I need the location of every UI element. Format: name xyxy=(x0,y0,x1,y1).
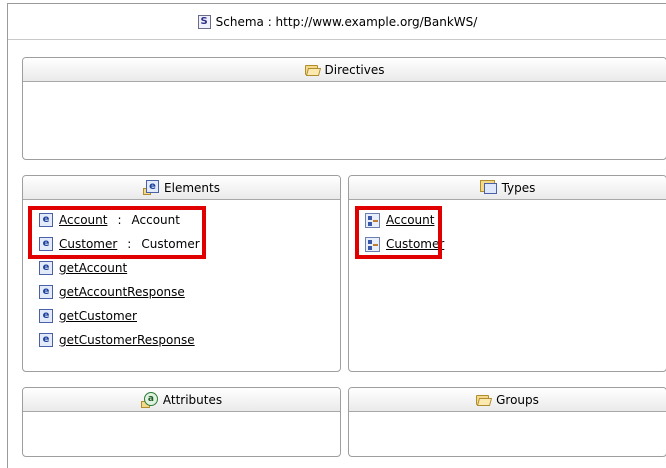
folder-open-icon xyxy=(304,64,321,76)
element-name[interactable]: getAccount xyxy=(59,261,127,275)
element-item-getcustomer[interactable]: e getCustomer xyxy=(39,304,340,328)
elements-panel[interactable]: e Elements e Account : Account e Custome… xyxy=(22,175,341,372)
elements-header[interactable]: e Elements xyxy=(23,176,340,200)
element-item-getcustomerresponse[interactable]: e getCustomerResponse xyxy=(39,328,340,352)
elements-title: Elements xyxy=(164,180,220,195)
groups-panel[interactable]: Groups xyxy=(348,387,666,457)
types-title: Types xyxy=(501,180,536,195)
highlight-elements-box xyxy=(28,206,206,259)
types-folder-icon xyxy=(479,180,498,195)
highlight-types-box xyxy=(355,206,442,259)
attributes-header[interactable]: a Attributes xyxy=(23,388,340,412)
types-panel[interactable]: Types Account Customer xyxy=(348,175,666,372)
attributes-title: Attributes xyxy=(162,392,223,407)
types-header[interactable]: Types xyxy=(349,176,666,200)
element-item-getaccountresponse[interactable]: e getAccountResponse xyxy=(39,280,340,304)
directives-title: Directives xyxy=(324,62,385,77)
groups-header[interactable]: Groups xyxy=(349,388,666,412)
element-icon: e xyxy=(39,261,53,275)
directives-panel[interactable]: Directives xyxy=(22,57,666,160)
groups-title: Groups xyxy=(496,392,539,407)
schema-title-bar: S Schema : http://www.example.org/BankWS… xyxy=(8,4,666,40)
attribute-folder-icon: a xyxy=(140,391,159,408)
attributes-panel[interactable]: a Attributes xyxy=(22,387,341,457)
element-name[interactable]: getCustomer xyxy=(59,309,137,323)
element-name[interactable]: getAccountResponse xyxy=(59,285,185,299)
groups-folder-icon xyxy=(476,394,493,406)
element-icon: e xyxy=(39,309,53,323)
element-icon: e xyxy=(39,285,53,299)
schema-s-icon: S xyxy=(197,14,211,29)
schema-title: Schema : http://www.example.org/BankWS/ xyxy=(215,14,478,29)
element-name[interactable]: getCustomerResponse xyxy=(59,333,195,347)
element-item-getaccount[interactable]: e getAccount xyxy=(39,256,340,280)
element-folder-icon: e xyxy=(143,179,160,196)
directives-header[interactable]: Directives xyxy=(23,58,666,82)
element-icon: e xyxy=(39,333,53,347)
